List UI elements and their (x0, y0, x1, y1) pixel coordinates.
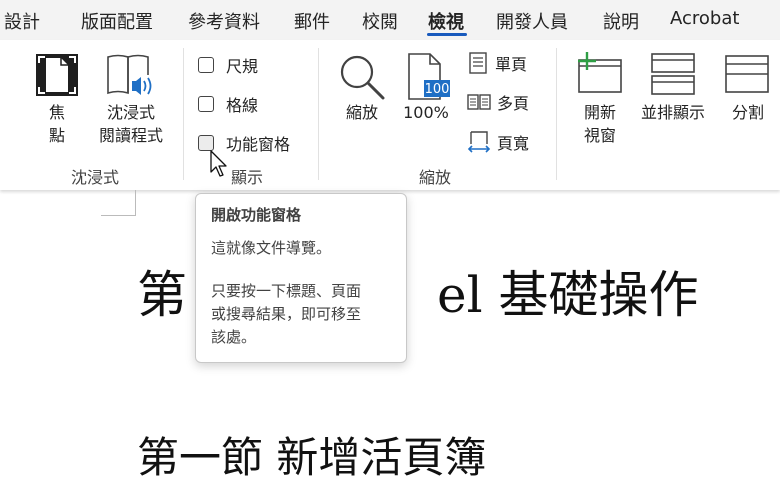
tab-developer[interactable]: 開發人員 (496, 8, 568, 34)
immersive-reader-icon (107, 54, 152, 95)
side-by-side-icon (651, 53, 695, 95)
magnifier-icon (340, 55, 385, 100)
tooltip-line: 該處。 (211, 328, 257, 346)
group-separator (183, 48, 184, 180)
tab-design[interactable]: 設計 (4, 8, 40, 34)
multiple-pages-button[interactable]: 多頁 (467, 91, 529, 113)
gridlines-checkbox-box[interactable] (198, 96, 214, 112)
immersive-reader-label-line2: 閱讀程式 (98, 126, 163, 145)
heading-1-part2: el 基礎操作 (437, 266, 699, 324)
document-heading-2: 第一節 新增活頁簿 (137, 433, 487, 482)
split-window-icon (725, 55, 769, 93)
group-separator (556, 48, 557, 180)
group-label-immersive: 沈浸式 (71, 168, 120, 187)
active-tab-indicator (427, 33, 467, 36)
tooltip-line: 只要按一下標題、頁面 (211, 282, 362, 300)
side-by-side-label: 並排顯示 (640, 103, 705, 122)
ruler-label: 尺規 (226, 57, 259, 76)
zoom-label: 縮放 (345, 103, 378, 122)
new-window-icon (578, 52, 622, 93)
page-corner-mark (101, 215, 136, 216)
group-label-show: 顯示 (231, 168, 264, 187)
page-width-button[interactable]: 頁寬 (467, 131, 529, 153)
new-window-label-line2: 視窗 (583, 126, 616, 145)
group-separator (318, 48, 319, 180)
tab-help[interactable]: 說明 (603, 8, 639, 34)
new-window-label-line1: 開新 (583, 103, 616, 122)
navigation-pane-tooltip: 開啟功能窗格 這就像文件導覽。 只要按一下標題、頁面 或搜尋結果，即可移至 該處… (195, 193, 407, 363)
one-page-button[interactable]: 單頁 (467, 52, 527, 74)
group-label-zoom: 縮放 (419, 168, 452, 187)
zoom-100-label: 100% (403, 103, 449, 122)
navigation-pane-label: 功能窗格 (226, 135, 291, 154)
focus-icon (36, 54, 78, 96)
multiple-pages-label: 多頁 (497, 94, 530, 113)
zoom-100-icon-text: 100 (425, 82, 450, 97)
heading-1-part1: 第 (137, 266, 187, 324)
multiple-pages-icon (467, 94, 491, 110)
navigation-pane-checkbox-box[interactable] (198, 135, 214, 151)
immersive-reader-label-line1: 沈浸式 (106, 103, 155, 122)
focus-label-line2: 點 (48, 126, 65, 145)
tooltip-line: 這就像文件導覽。 (211, 239, 332, 257)
tooltip-line: 或搜尋結果，即可移至 (211, 305, 362, 323)
page-width-label: 頁寬 (497, 134, 530, 153)
one-page-label: 單頁 (495, 55, 528, 74)
split-label: 分割 (731, 103, 764, 122)
ribbon-tab-bar: 設計 版面配置 參考資料 郵件 校閱 檢視 開發人員 說明 Acrobat (0, 0, 780, 40)
page-width-icon (467, 131, 491, 153)
tab-view[interactable]: 檢視 (428, 8, 464, 34)
one-page-icon (469, 52, 487, 74)
tab-layout[interactable]: 版面配置 (81, 8, 153, 34)
focus-label-line1: 焦 (48, 103, 65, 122)
tab-review[interactable]: 校閱 (362, 8, 398, 34)
gridlines-label: 格線 (226, 96, 259, 115)
mouse-cursor-icon (210, 150, 227, 177)
page-corner-mark (135, 190, 136, 215)
gridlines-checkbox[interactable]: 格線 (198, 93, 258, 115)
ruler-checkbox-box[interactable] (198, 57, 214, 73)
zoom-100-icon: 100 (408, 53, 450, 100)
tab-acrobat[interactable]: Acrobat (670, 8, 739, 29)
tab-references[interactable]: 參考資料 (188, 8, 260, 34)
tab-mailings[interactable]: 郵件 (294, 8, 330, 34)
tooltip-title: 開啟功能窗格 (211, 206, 302, 224)
ruler-checkbox[interactable]: 尺規 (198, 54, 258, 76)
